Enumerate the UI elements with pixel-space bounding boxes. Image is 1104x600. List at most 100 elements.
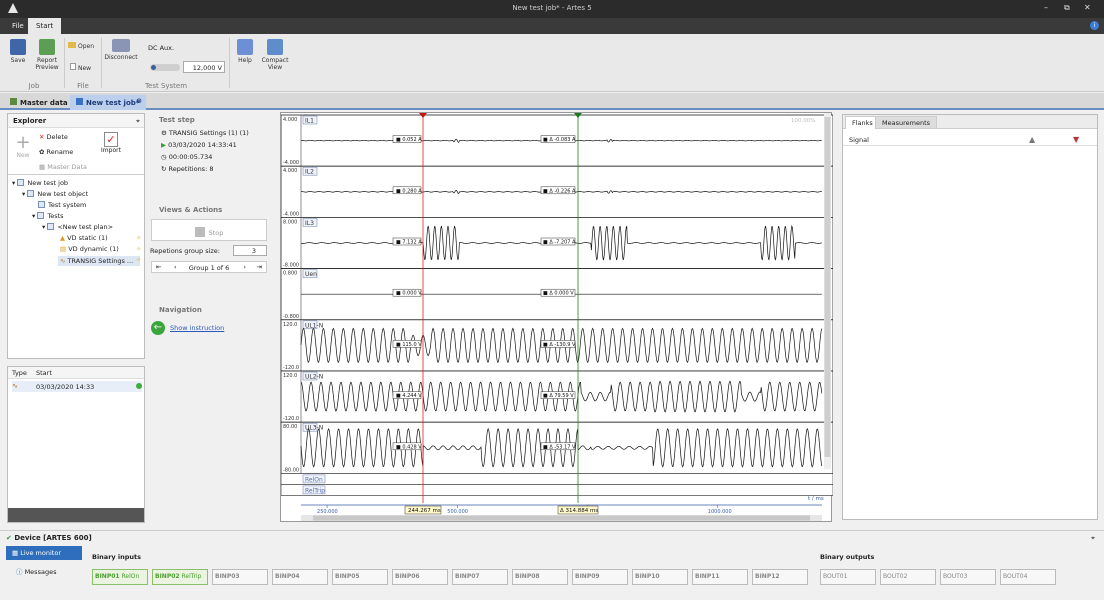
report-icon (39, 39, 55, 55)
group-size-stepper[interactable]: 3 (233, 245, 267, 256)
tree-item-test-object[interactable]: ▾ New test object (22, 190, 88, 198)
cursor2-value: ■ Δ -130.9 V (543, 342, 576, 348)
settings-icon: ⚙ (161, 129, 167, 137)
flank-delete-icon[interactable]: ▼ (1073, 135, 1079, 144)
digital-label: RelOn (305, 476, 323, 483)
test-step-date: ▶ 03/03/2020 14:33:41 (161, 141, 237, 149)
cursor2-value: ■ Δ 79.59 V (543, 393, 574, 399)
wave-icon: ∿ (60, 257, 66, 265)
y-min-label: -120.0 (283, 365, 299, 371)
flank-rise-icon[interactable]: ▲ (1029, 135, 1035, 144)
tab-start[interactable]: Start (28, 18, 62, 34)
close-tab-icon[interactable]: ⊗ (136, 97, 142, 105)
last-icon[interactable]: ⇥ (257, 263, 262, 271)
waveform-svg[interactable]: IL1 4.000 -4.000 ■ 0.052 A ■ Δ -0.083 A IL2 4.… (280, 113, 834, 523)
status-star-icon: ✧ (136, 245, 142, 253)
y-min-label: -0.800 (283, 314, 299, 320)
col-start[interactable]: Start (36, 369, 52, 377)
tab-master-data[interactable]: Master data (4, 95, 74, 110)
test-job-icon (76, 98, 83, 105)
binary-input-binp12: BINP12 (752, 569, 808, 585)
open-button[interactable]: Open (68, 42, 98, 50)
help-button[interactable]: Help (234, 39, 256, 64)
messages-button[interactable]: ⓘ Messages (16, 566, 56, 576)
binary-input-binp02: BINP02 RelTrip (152, 569, 208, 585)
report-preview-button[interactable]: Report Preview (32, 39, 62, 71)
close-icon[interactable]: ✕ (1084, 3, 1091, 12)
folder-icon (68, 42, 76, 48)
first-icon[interactable]: ⇤ (156, 263, 161, 271)
master-data-small-icon: ▦ (39, 163, 46, 171)
binary-input-binp11: BINP11 (692, 569, 748, 585)
status-star-icon: ✧ (136, 234, 142, 242)
pin-icon[interactable]: ⌖ (136, 117, 140, 126)
master-data-button[interactable]: ▦ Master Data (39, 163, 87, 171)
new-button[interactable]: New (70, 63, 98, 72)
tree-item-test-job[interactable]: ▾ New test job (12, 179, 68, 187)
tree-item-test-plan[interactable]: ▾ <New test plan> (42, 223, 113, 231)
minimize-icon[interactable]: – (1044, 3, 1048, 12)
back-arrow-icon[interactable]: ← (151, 321, 165, 335)
help-info-icon[interactable]: i (1090, 21, 1099, 30)
table-row[interactable]: ∿ 03/03/2020 14:33 (12, 381, 142, 392)
digital-label: RelTrip (305, 487, 325, 494)
rename-button[interactable]: ✿ Rename (39, 148, 73, 156)
stop-button[interactable]: Stop (151, 219, 267, 241)
tree-item-test-system[interactable]: Test system (38, 201, 86, 209)
test-step-name: ⚙ TRANSIG Settings (1) (1) (161, 129, 249, 137)
test-step-repetitions: ↻ Repetitions: 8 (161, 165, 214, 173)
import-button[interactable]: ✓ Import (100, 132, 122, 154)
window-title: New test job* - Artes 5 (512, 4, 592, 12)
prev-icon[interactable]: ‹ (174, 263, 177, 271)
binary-input-binp03: BINP03 (212, 569, 268, 585)
save-button[interactable]: Save (6, 39, 30, 64)
explorer-title: Explorer (8, 114, 144, 128)
repeat-icon: ↻ (161, 165, 167, 173)
flanks-panel: Flanks Measurements Signal ▲ ▼ (842, 114, 1098, 520)
waveform-chart[interactable]: IL1 4.000 -4.000 ■ 0.052 A ■ Δ -0.083 A IL2 4.… (280, 112, 834, 523)
next-icon[interactable]: › (243, 263, 246, 271)
new-item-button[interactable]: + New (12, 132, 34, 160)
cursor2-value: ■ Δ -53.17 V (543, 444, 576, 450)
delete-button[interactable]: ✕ Delete (39, 133, 68, 141)
binary-input-binp06: BINP06 (392, 569, 448, 585)
dc-aux-toggle[interactable] (150, 64, 180, 71)
tab-new-test-job[interactable]: New test job* ⊗ (70, 95, 146, 110)
y-max-label: 4.000 (283, 117, 297, 123)
digital-lane (280, 473, 834, 485)
tree-item-vd-dynamic[interactable]: ▤ VD dynamic (1) (60, 245, 119, 253)
group-navigator[interactable]: ⇤ ‹ Group 1 of 6 › ⇥ (151, 261, 267, 273)
digital-lane (280, 484, 834, 496)
lane-label: IL2 (305, 169, 314, 176)
col-signal[interactable]: Signal (849, 136, 869, 144)
lane-label: IL3 (305, 220, 314, 227)
pin-icon[interactable]: ⌖ (1091, 534, 1095, 543)
show-instruction-link[interactable]: Show instruction (170, 324, 224, 332)
test-step-title: Test step (159, 116, 195, 124)
cursor1-time: 244.267 ms (408, 508, 441, 514)
x-unit-label: t / ms (808, 496, 824, 502)
dc-aux-label: DC Aux. (148, 44, 175, 52)
status-star-icon: ✧ (136, 256, 142, 264)
tree-item-tests[interactable]: ▾ Tests (32, 212, 64, 220)
compact-view-button[interactable]: Compact View (260, 39, 290, 71)
col-type[interactable]: Type (12, 369, 27, 377)
binary-input-binp10: BINP10 (632, 569, 688, 585)
tab-measurements[interactable]: Measurements (875, 116, 938, 129)
live-monitor-button[interactable]: ▦ Live monitor (6, 546, 82, 560)
y-max-label: 0.800 (283, 271, 297, 277)
object-icon (27, 190, 35, 197)
y-max-label: 8.000 (283, 219, 297, 225)
compact-view-icon (267, 39, 283, 55)
disconnect-button[interactable]: Disconnect (104, 39, 138, 61)
binary-output-bout04: BOUT04 (1000, 569, 1056, 585)
clock-icon: ◷ (161, 153, 167, 161)
tree-item-vd-static[interactable]: ▲ VD static (1) (60, 234, 108, 242)
restore-icon[interactable]: ⧉ (1064, 3, 1070, 13)
cursor1-value: ■ 0.000 V (396, 291, 422, 297)
tree-item-transig[interactable]: ∿ TRANSIG Settings ... (58, 256, 140, 266)
info-icon: ⓘ (16, 568, 23, 576)
dc-aux-value-field[interactable]: 12,000 V (183, 61, 225, 73)
plus-icon: + (15, 132, 31, 153)
h-scroll-thumb (313, 515, 810, 521)
